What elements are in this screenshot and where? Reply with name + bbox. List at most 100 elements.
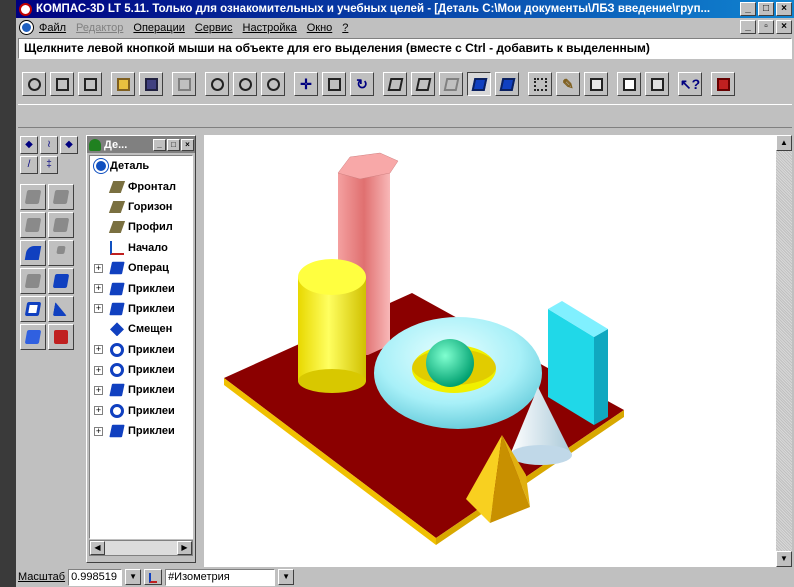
new-document-icon[interactable] bbox=[78, 72, 102, 96]
tree-item[interactable]: Смещен bbox=[90, 319, 192, 339]
minimize-button[interactable]: _ bbox=[740, 2, 756, 16]
loft-icon[interactable] bbox=[20, 268, 46, 294]
cylinder-top bbox=[298, 259, 366, 295]
tree-item-label: Операц bbox=[128, 262, 169, 275]
orientation-axes-icon[interactable] bbox=[144, 569, 163, 585]
wireframe-icon[interactable] bbox=[383, 72, 407, 96]
expand-icon[interactable]: + bbox=[94, 406, 103, 416]
zoom-in-icon[interactable] bbox=[233, 72, 257, 96]
cut-revolve-icon[interactable] bbox=[48, 212, 74, 238]
window-title: КОМПАС-3D LT 5.11. Только для ознакомите… bbox=[36, 3, 711, 15]
menu-operations[interactable]: Операции bbox=[133, 22, 184, 34]
orientation-dropdown-icon[interactable]: ▼ bbox=[278, 569, 295, 585]
palette-solid-icon[interactable]: ◆ bbox=[60, 136, 78, 154]
tree-item[interactable]: + Приклеи bbox=[90, 380, 192, 400]
properties-icon[interactable] bbox=[22, 72, 46, 96]
extrude-icon[interactable] bbox=[20, 184, 46, 210]
rotate-icon[interactable]: ↻ bbox=[350, 72, 374, 96]
sweep-icon[interactable] bbox=[20, 240, 46, 266]
scroll-up-icon[interactable]: ▲ bbox=[776, 135, 792, 151]
scroll-down-icon[interactable]: ▼ bbox=[776, 551, 792, 567]
expand-icon[interactable]: + bbox=[94, 304, 103, 314]
close-button[interactable]: × bbox=[776, 2, 792, 16]
model-canvas[interactable] bbox=[204, 135, 776, 567]
scroll-left-icon[interactable]: ◀ bbox=[90, 541, 105, 555]
scale-input[interactable]: 0.998519 bbox=[68, 568, 123, 586]
document-icon[interactable] bbox=[20, 21, 33, 34]
menu-file[interactable]: Файл bbox=[39, 22, 66, 34]
tree-item[interactable]: + Приклеи bbox=[90, 278, 192, 298]
model-viewport[interactable] bbox=[204, 135, 776, 567]
tree-root-item[interactable]: Деталь bbox=[90, 156, 192, 176]
menu-settings[interactable]: Настройка bbox=[243, 22, 297, 34]
save-disk-icon[interactable] bbox=[139, 72, 163, 96]
doc-minimize-button[interactable]: _ bbox=[740, 20, 756, 34]
print-icon[interactable] bbox=[645, 72, 669, 96]
tree-item-label: Приклеи bbox=[128, 384, 175, 397]
expand-icon[interactable]: + bbox=[94, 365, 103, 375]
expand-icon[interactable]: + bbox=[94, 263, 103, 273]
hidden-thin-icon[interactable] bbox=[439, 72, 463, 96]
tree-item[interactable]: + Приклеи bbox=[90, 421, 192, 441]
menu-editor[interactable]: Редактор bbox=[76, 22, 123, 34]
cut-extrude-icon[interactable] bbox=[48, 184, 74, 210]
preview-icon[interactable] bbox=[617, 72, 641, 96]
tree-item[interactable]: Фронтал bbox=[90, 176, 192, 196]
maximize-button[interactable]: □ bbox=[758, 2, 774, 16]
pan-icon[interactable]: ✛ bbox=[294, 72, 318, 96]
shell-icon[interactable] bbox=[20, 296, 46, 322]
kompas-logo-icon[interactable] bbox=[19, 2, 32, 16]
cut-sweep-icon[interactable] bbox=[48, 240, 74, 266]
orientation-select[interactable]: #Изометрия bbox=[165, 568, 276, 586]
chamfer-icon[interactable] bbox=[48, 296, 74, 322]
zoom-out-icon[interactable] bbox=[261, 72, 285, 96]
tree-item[interactable]: + Операц bbox=[90, 258, 192, 278]
palette-dimension-icon[interactable]: ‡ bbox=[40, 156, 58, 174]
cut-loft-icon[interactable] bbox=[48, 268, 74, 294]
expand-icon[interactable]: + bbox=[94, 385, 103, 395]
tree-item[interactable]: Горизон bbox=[90, 197, 192, 217]
doc-close-button[interactable]: × bbox=[776, 20, 792, 34]
shaded-icon[interactable] bbox=[467, 72, 491, 96]
fit-icon[interactable] bbox=[322, 72, 346, 96]
menu-service[interactable]: Сервис bbox=[195, 22, 233, 34]
help-icon[interactable]: ↖? bbox=[678, 72, 702, 96]
expand-icon[interactable]: + bbox=[94, 426, 103, 436]
tree-horizontal-scrollbar[interactable]: ◀ ▶ bbox=[89, 540, 193, 556]
expand-icon[interactable]: + bbox=[94, 345, 103, 355]
expand-icon[interactable]: + bbox=[94, 284, 103, 294]
menu-help[interactable]: ? bbox=[342, 22, 348, 34]
exit-icon[interactable] bbox=[711, 72, 735, 96]
tree-item[interactable]: Начало bbox=[90, 238, 192, 258]
doc-restore-button[interactable]: ▫ bbox=[758, 20, 774, 34]
shaded-edges-icon[interactable] bbox=[495, 72, 519, 96]
scroll-right-icon[interactable]: ▶ bbox=[177, 541, 192, 555]
palette-line-icon[interactable]: / bbox=[20, 156, 38, 174]
tree-maximize-button[interactable]: □ bbox=[167, 138, 180, 151]
menu-window[interactable]: Окно bbox=[307, 22, 333, 34]
tree-item[interactable]: + Приклеи bbox=[90, 360, 192, 380]
palette-curve-icon[interactable]: ≀ bbox=[40, 136, 58, 154]
pattern-icon[interactable] bbox=[20, 324, 46, 350]
tree-item[interactable]: + Приклеи bbox=[90, 340, 192, 360]
mirror-icon[interactable] bbox=[48, 324, 74, 350]
tree-item[interactable]: Профил bbox=[90, 217, 192, 237]
offset-icon bbox=[110, 322, 124, 337]
measure-icon[interactable]: ✎ bbox=[556, 72, 580, 96]
scale-dropdown-icon[interactable]: ▼ bbox=[125, 569, 142, 585]
tree-minimize-button[interactable]: _ bbox=[153, 138, 166, 151]
tree-item[interactable]: + Приклеи bbox=[90, 299, 192, 319]
rebuild-icon[interactable] bbox=[172, 72, 196, 96]
tree-item-label: Начало bbox=[128, 241, 168, 254]
palette-edit-icon[interactable]: ◆ bbox=[20, 136, 38, 154]
tree-item[interactable]: + Приклеи bbox=[90, 401, 192, 421]
model-tree-icon[interactable] bbox=[528, 72, 552, 96]
revolve-icon[interactable] bbox=[20, 212, 46, 238]
viewport-vertical-scrollbar[interactable]: ▲ ▼ bbox=[776, 135, 792, 567]
hidden-lines-icon[interactable] bbox=[411, 72, 435, 96]
tree-close-button[interactable]: × bbox=[181, 138, 194, 151]
zoom-window-icon[interactable] bbox=[205, 72, 229, 96]
new-file-icon[interactable] bbox=[50, 72, 74, 96]
calculator-icon[interactable] bbox=[584, 72, 608, 96]
open-folder-icon[interactable] bbox=[111, 72, 135, 96]
